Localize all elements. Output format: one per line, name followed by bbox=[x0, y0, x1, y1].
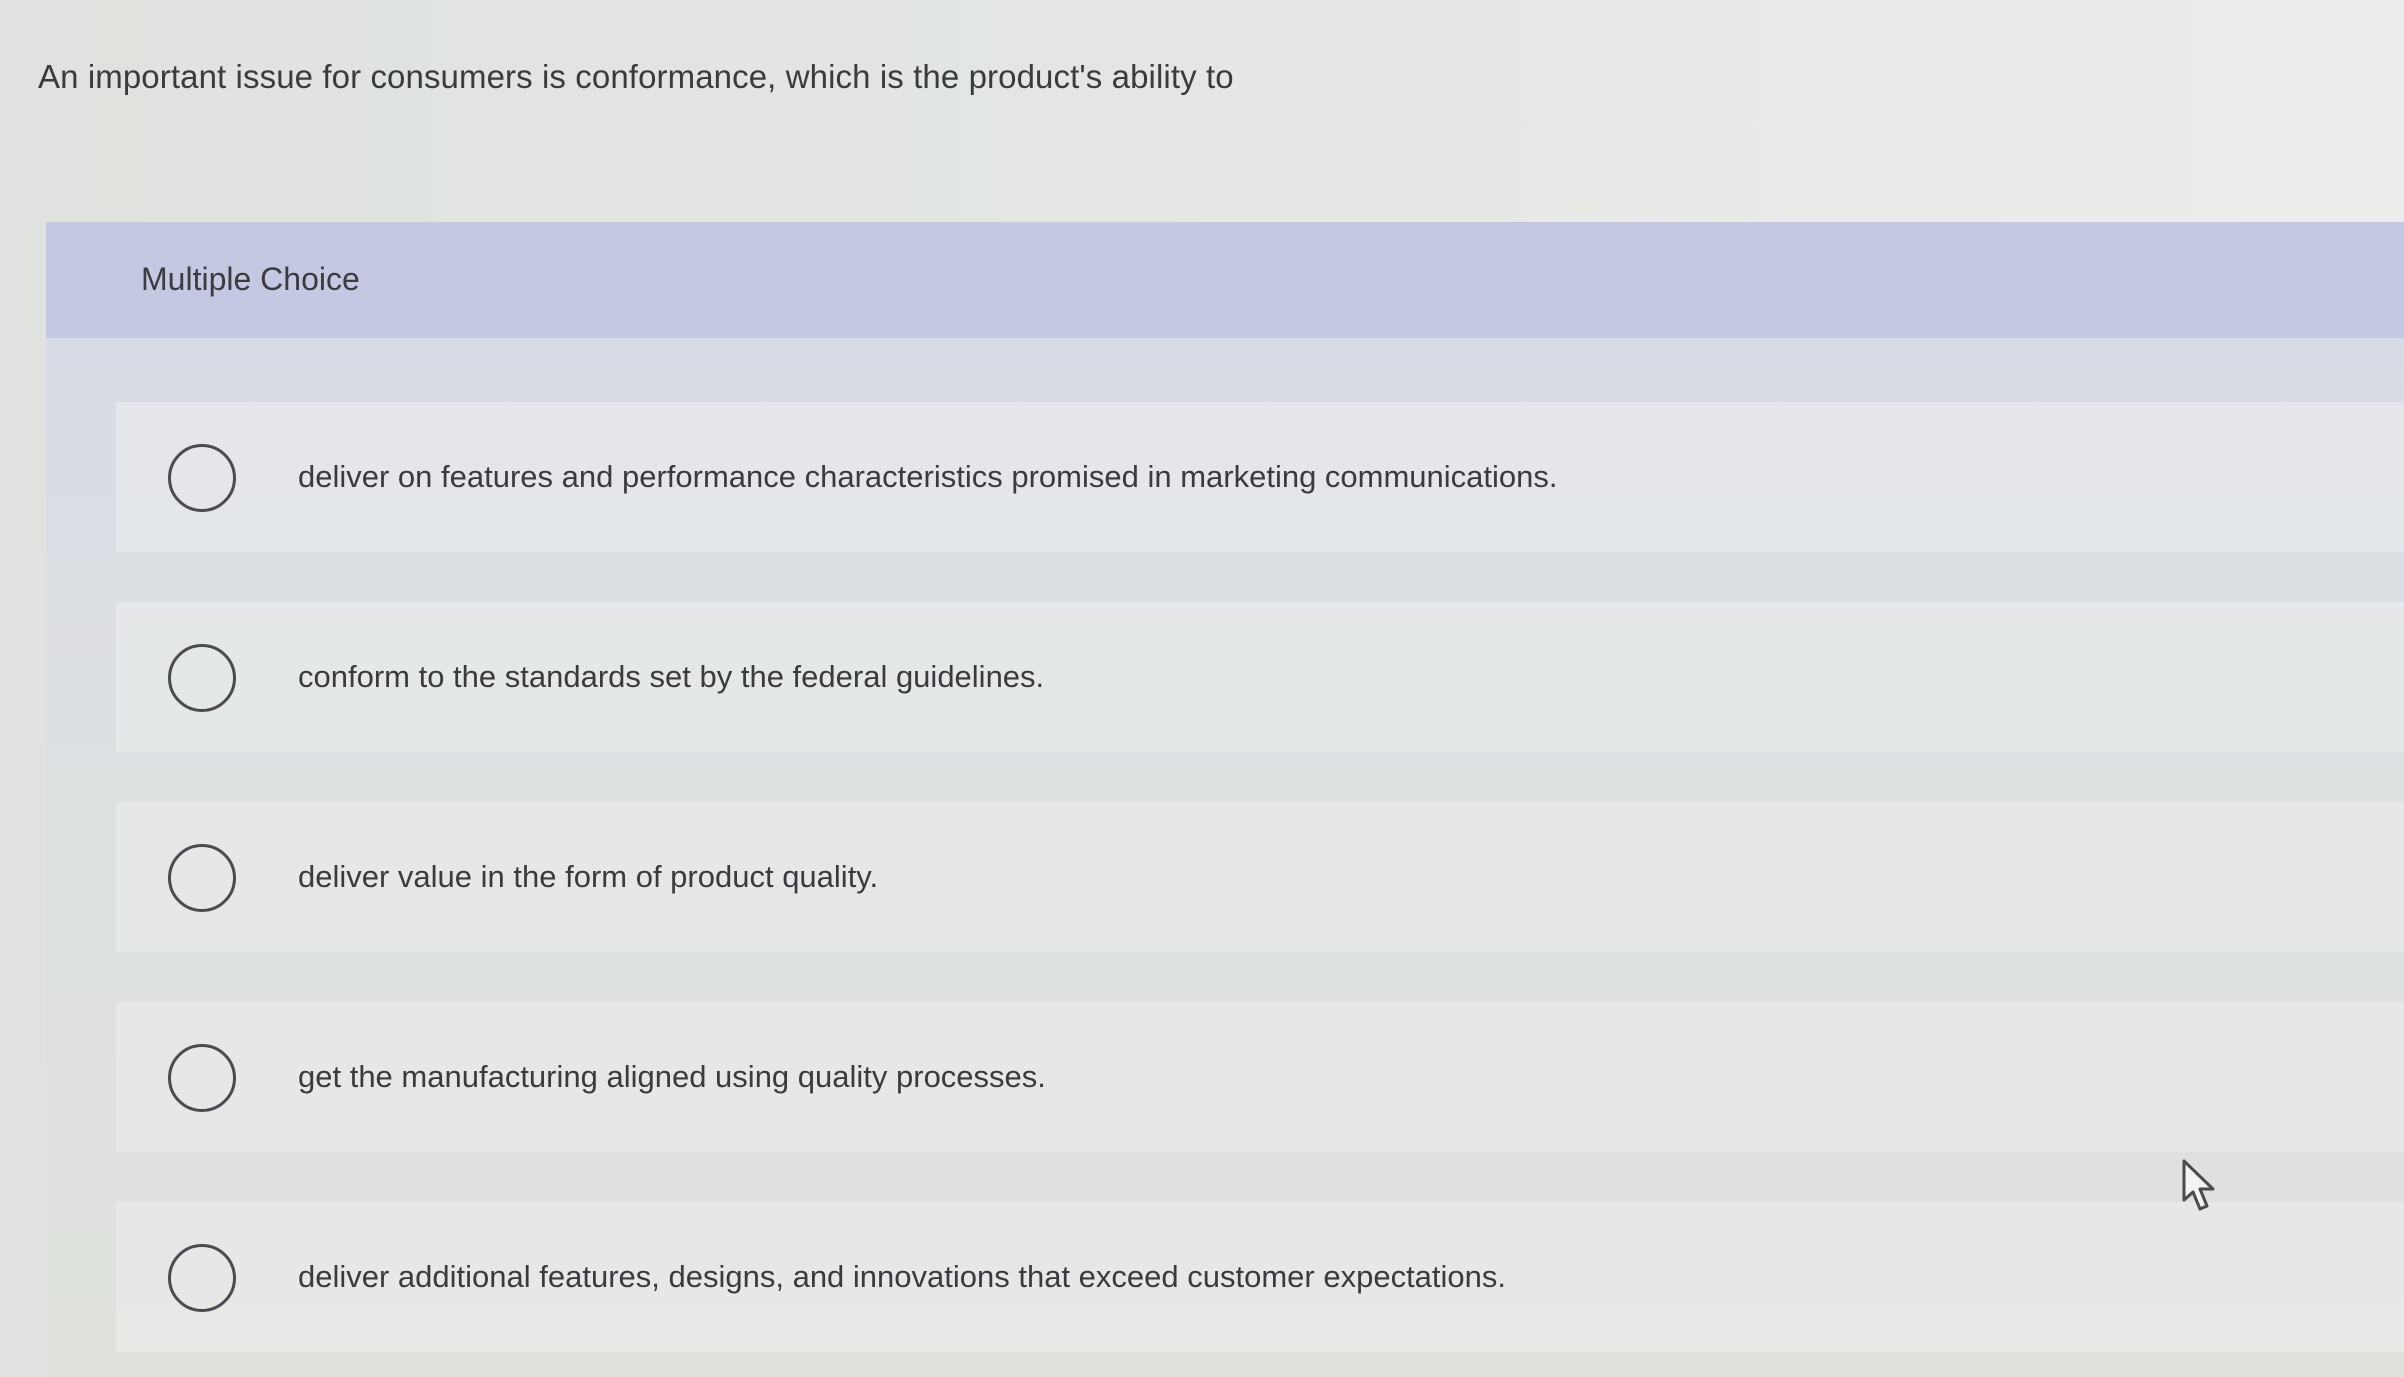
answer-option-2[interactable]: conform to the standards set by the fede… bbox=[116, 602, 2404, 752]
answer-option-5[interactable]: deliver additional features, designs, an… bbox=[116, 1202, 2404, 1352]
radio-button-icon[interactable] bbox=[168, 1244, 236, 1312]
multiple-choice-panel: Multiple Choice deliver on features and … bbox=[46, 222, 2404, 1377]
answer-option-3[interactable]: deliver value in the form of product qua… bbox=[116, 802, 2404, 952]
multiple-choice-header: Multiple Choice bbox=[46, 222, 2404, 338]
multiple-choice-label: Multiple Choice bbox=[141, 261, 360, 297]
answer-options-list: deliver on features and performance char… bbox=[116, 402, 2404, 1352]
answer-option-label[interactable]: deliver value in the form of product qua… bbox=[298, 859, 878, 895]
radio-button-icon[interactable] bbox=[168, 444, 236, 512]
answer-option-label[interactable]: get the manufacturing aligned using qual… bbox=[298, 1059, 1046, 1095]
radio-button-icon[interactable] bbox=[168, 844, 236, 912]
radio-button-icon[interactable] bbox=[168, 644, 236, 712]
mouse-pointer-icon bbox=[2182, 1159, 2215, 1211]
answer-option-label[interactable]: conform to the standards set by the fede… bbox=[298, 659, 1044, 695]
answer-option-4[interactable]: get the manufacturing aligned using qual… bbox=[116, 1002, 2404, 1152]
answer-option-label[interactable]: deliver on features and performance char… bbox=[298, 459, 1558, 495]
radio-button-icon[interactable] bbox=[168, 1044, 236, 1112]
answer-option-label[interactable]: deliver additional features, designs, an… bbox=[298, 1259, 1506, 1295]
question-text: An important issue for consumers is conf… bbox=[38, 58, 1234, 95]
answer-option-1[interactable]: deliver on features and performance char… bbox=[116, 402, 2404, 552]
